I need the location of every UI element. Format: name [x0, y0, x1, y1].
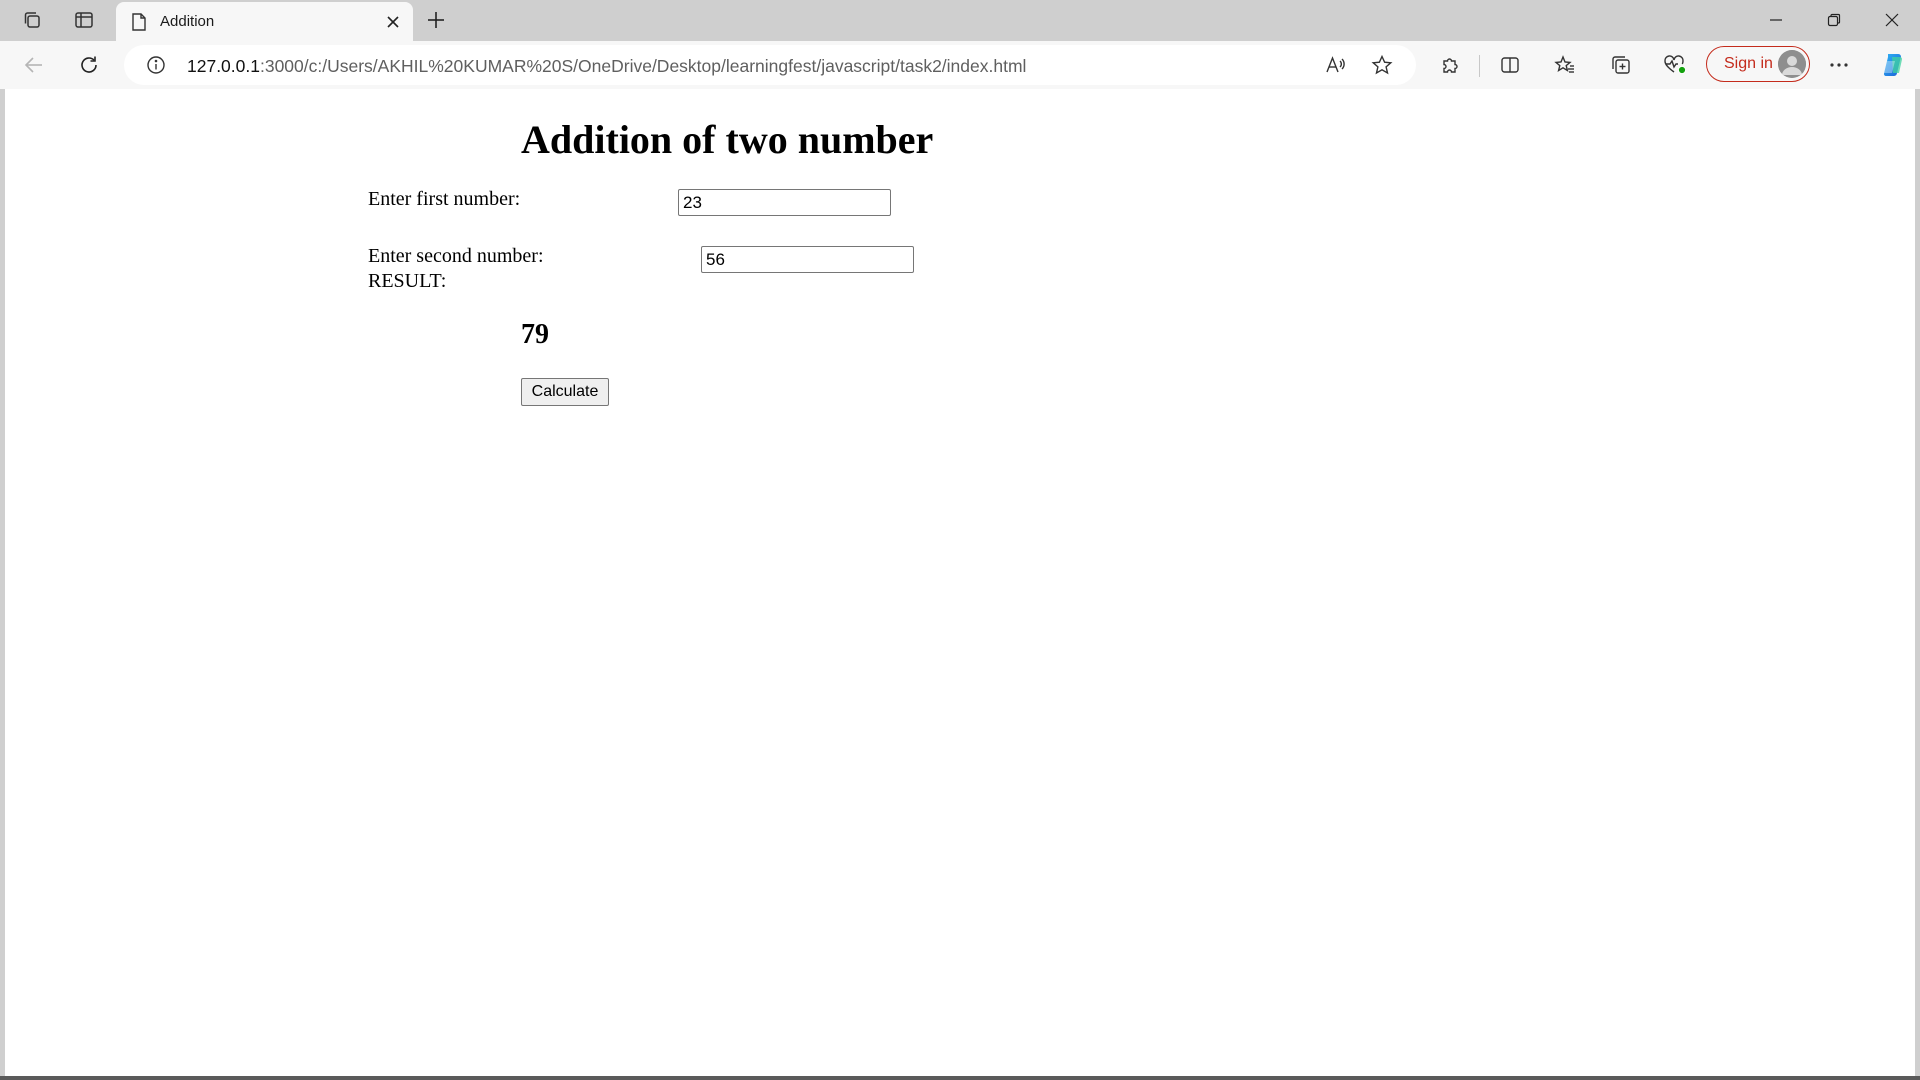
- second-number-label: Enter second number:: [368, 245, 544, 267]
- page-viewport: Addition of two number Enter first numbe…: [5, 89, 1915, 1076]
- back-arrow-icon[interactable]: [16, 48, 52, 82]
- close-icon[interactable]: [381, 10, 405, 34]
- tab-strip: Addition: [0, 0, 1920, 41]
- star-icon[interactable]: [1364, 48, 1400, 82]
- url-text[interactable]: 127.0.0.1:3000/c:/Users/AKHIL%20KUMAR%20…: [187, 56, 1026, 77]
- favorites-icon[interactable]: [1547, 48, 1583, 82]
- url-host: 127.0.0.1: [187, 56, 260, 76]
- copilot-icon[interactable]: [1875, 48, 1911, 82]
- url-path: :3000/c:/Users/AKHIL%20KUMAR%20S/OneDriv…: [259, 56, 1027, 76]
- calculate-button[interactable]: Calculate: [521, 378, 609, 406]
- read-aloud-icon[interactable]: [1317, 48, 1353, 82]
- heart-pulse-icon[interactable]: [1657, 48, 1693, 82]
- split-screen-icon[interactable]: [1492, 48, 1528, 82]
- avatar: [1778, 50, 1806, 78]
- address-bar[interactable]: 127.0.0.1:3000/c:/Users/AKHIL%20KUMAR%20…: [124, 45, 1416, 85]
- tab-title: Addition: [160, 13, 215, 30]
- refresh-icon[interactable]: [71, 48, 107, 82]
- toolbar-divider: [1479, 55, 1480, 77]
- sign-in-button[interactable]: Sign in: [1706, 46, 1810, 82]
- result-value: 79: [521, 319, 549, 350]
- window-bottom-edge: [0, 1076, 1920, 1080]
- second-number-input[interactable]: [701, 246, 914, 273]
- workspaces-icon[interactable]: [15, 5, 49, 35]
- plus-icon[interactable]: [420, 5, 452, 35]
- puzzle-icon[interactable]: [1432, 48, 1468, 82]
- tab-actions-icon[interactable]: [67, 5, 101, 35]
- browser-toolbar: 127.0.0.1:3000/c:/Users/AKHIL%20KUMAR%20…: [0, 41, 1920, 89]
- sign-in-label: Sign in: [1724, 55, 1773, 72]
- window-close-icon[interactable]: [1863, 0, 1920, 40]
- result-label: RESULT:: [368, 270, 447, 292]
- first-number-label: Enter first number:: [368, 188, 521, 210]
- restore-icon[interactable]: [1805, 0, 1863, 40]
- page-icon: [130, 12, 148, 32]
- collections-icon[interactable]: [1603, 48, 1639, 82]
- page-title: Addition of two number: [521, 117, 934, 162]
- first-number-input[interactable]: [678, 189, 891, 216]
- info-icon[interactable]: [146, 55, 166, 75]
- minimize-icon[interactable]: [1747, 0, 1805, 40]
- ellipsis-icon[interactable]: [1821, 48, 1857, 82]
- browser-tab[interactable]: Addition: [116, 2, 413, 41]
